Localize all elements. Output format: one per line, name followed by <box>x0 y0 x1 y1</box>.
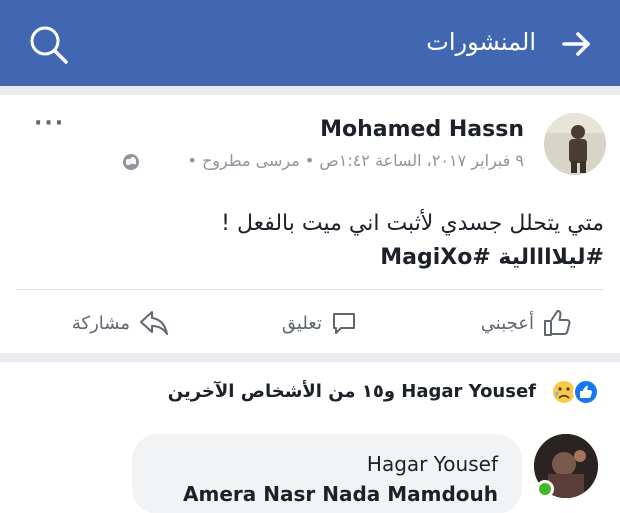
comment-icon <box>333 313 355 334</box>
arrow-right-icon[interactable] <box>560 27 594 61</box>
share-icon <box>140 311 168 335</box>
like-button[interactable]: أعجبني <box>481 303 572 343</box>
share-button[interactable]: مشاركة <box>72 303 170 343</box>
like-label: أعجبني <box>480 312 534 334</box>
avatar[interactable] <box>544 113 606 175</box>
top-app-bar: المنشورات <box>0 0 620 86</box>
post-card: ··· Mohamed Hassn ٩ فبراير ٢٠١٧، الساعة … <box>0 95 620 353</box>
globe-icon <box>122 153 140 171</box>
page-title: المنشورات <box>426 28 536 56</box>
search-icon[interactable] <box>26 22 72 68</box>
reaction-icons <box>548 378 602 406</box>
comment: Hagar Yousef Amera Nasr Nada Mamdouh <box>0 422 620 513</box>
post-author[interactable]: Mohamed Hassn <box>320 117 524 142</box>
divider <box>16 289 604 290</box>
more-options-icon[interactable]: ··· <box>34 111 65 136</box>
online-status-dot <box>536 480 554 498</box>
comment-bubble[interactable]: Hagar Yousef Amera Nasr Nada Mamdouh <box>132 434 522 513</box>
reactions-bar[interactable]: Hagar Yousef و١٥ من الأشخاص الآخرين <box>0 362 620 422</box>
reaction-summary: Hagar Yousef و١٥ من الأشخاص الآخرين <box>167 381 536 402</box>
commenter-name[interactable]: Hagar Yousef <box>367 452 498 476</box>
post-text-line: متي يتحلل جسدي لأثبت اني ميت بالفعل ! <box>221 211 604 236</box>
post-hashtags[interactable]: #ليلاااالية #MagiXo <box>24 241 604 275</box>
comment-label: تعليق <box>281 312 322 334</box>
comment-button[interactable]: تعليق <box>282 303 358 343</box>
post-meta: ٩ فبراير ٢٠١٧، الساعة ١:٤٢ص • مرسى مطروح… <box>187 151 524 170</box>
share-label: مشاركة <box>71 312 130 334</box>
comment-text: Amera Nasr Nada Mamdouh <box>183 482 498 506</box>
post-text: متي يتحلل جسدي لأثبت اني ميت بالفعل ! #ل… <box>24 207 604 275</box>
like-icon <box>544 310 571 336</box>
